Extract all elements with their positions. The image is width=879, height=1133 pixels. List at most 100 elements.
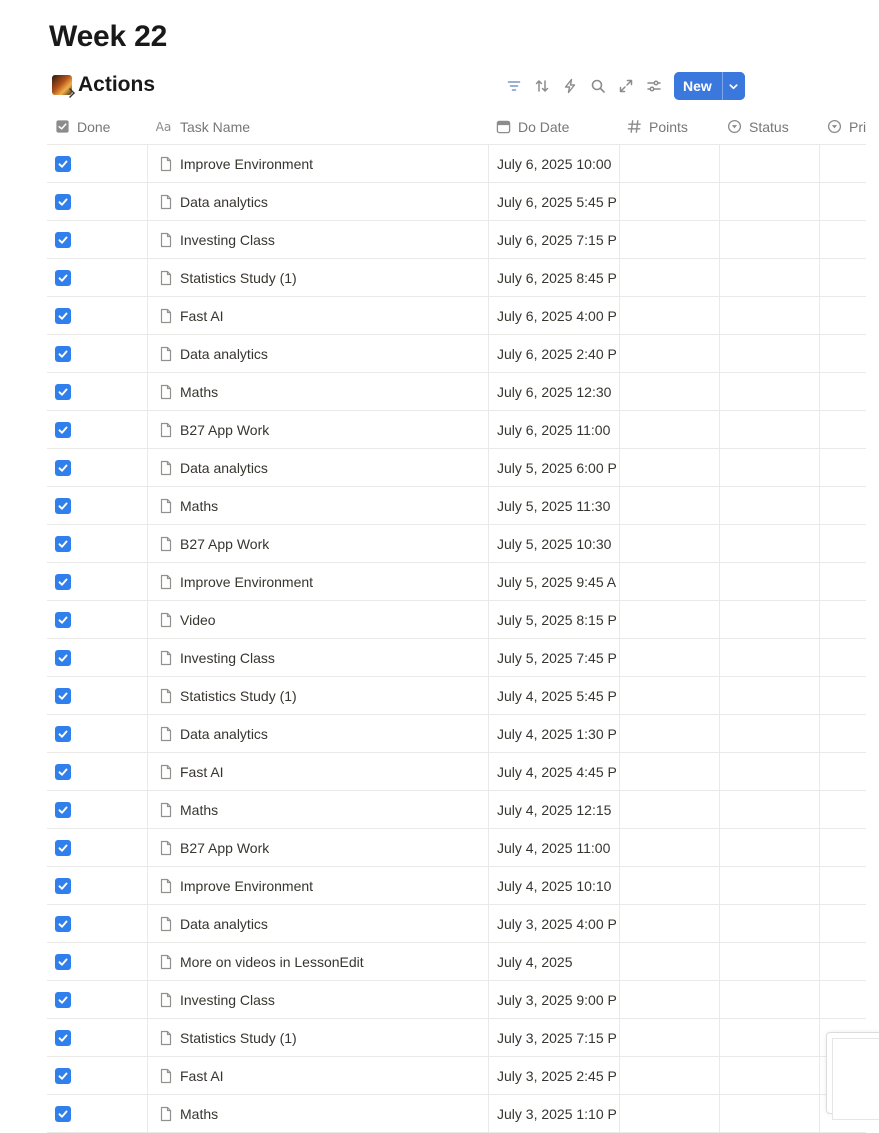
do-date-cell[interactable]: July 3, 2025 2:45 P	[488, 1057, 619, 1094]
table-row[interactable]: Statistics Study (1) July 6, 2025 8:45 P	[47, 259, 866, 297]
done-checkbox[interactable]	[55, 877, 71, 894]
task-name-cell[interactable]: Data analytics	[147, 905, 488, 942]
task-name[interactable]: Improve Environment	[180, 878, 313, 894]
table-row[interactable]: Investing Class July 6, 2025 7:15 P	[47, 221, 866, 259]
priority-cell[interactable]	[819, 487, 866, 524]
database-image-icon[interactable]	[52, 75, 72, 95]
status-cell[interactable]	[719, 1095, 819, 1132]
done-checkbox[interactable]	[55, 497, 71, 514]
task-name-cell[interactable]: Investing Class	[147, 639, 488, 676]
task-name-cell[interactable]: Fast AI	[147, 297, 488, 334]
priority-cell[interactable]	[819, 411, 866, 448]
priority-cell[interactable]	[819, 791, 866, 828]
do-date-cell[interactable]: July 4, 2025 11:00	[488, 829, 619, 866]
task-name-cell[interactable]: More on videos in LessonEdit	[147, 943, 488, 980]
status-cell[interactable]	[719, 259, 819, 296]
do-date-cell[interactable]: July 5, 2025 7:45 P	[488, 639, 619, 676]
new-dropdown-button[interactable]	[721, 72, 745, 100]
points-cell[interactable]	[619, 563, 719, 600]
status-cell[interactable]	[719, 1057, 819, 1094]
table-row[interactable]: Fast AI July 4, 2025 4:45 P	[47, 753, 866, 791]
status-cell[interactable]	[719, 677, 819, 714]
task-name[interactable]: B27 App Work	[180, 422, 269, 438]
do-date-cell[interactable]: July 4, 2025	[488, 943, 619, 980]
do-date-cell[interactable]: July 5, 2025 6:00 P	[488, 449, 619, 486]
task-name-cell[interactable]: Statistics Study (1)	[147, 259, 488, 296]
priority-cell[interactable]	[819, 183, 866, 220]
done-checkbox[interactable]	[55, 231, 71, 248]
new-button[interactable]: New	[674, 72, 722, 100]
points-cell[interactable]	[619, 487, 719, 524]
table-row[interactable]: Data analytics July 6, 2025 5:45 P	[47, 183, 866, 221]
do-date-cell[interactable]: July 6, 2025 10:00	[488, 145, 619, 182]
table-row[interactable]: Data analytics July 5, 2025 6:00 P	[47, 449, 866, 487]
do-date-cell[interactable]: July 6, 2025 7:15 P	[488, 221, 619, 258]
do-date-cell[interactable]: July 4, 2025 1:30 P	[488, 715, 619, 752]
done-checkbox[interactable]	[55, 535, 71, 552]
task-name[interactable]: Data analytics	[180, 194, 268, 210]
status-cell[interactable]	[719, 373, 819, 410]
task-name[interactable]: Maths	[180, 498, 218, 514]
done-checkbox[interactable]	[55, 193, 71, 210]
done-checkbox[interactable]	[55, 649, 71, 666]
points-cell[interactable]	[619, 145, 719, 182]
done-checkbox[interactable]	[55, 269, 71, 286]
do-date-cell[interactable]: July 3, 2025 4:00 P	[488, 905, 619, 942]
done-checkbox[interactable]	[55, 915, 71, 932]
do-date-cell[interactable]: July 3, 2025 9:00 P	[488, 981, 619, 1018]
task-name-cell[interactable]: Investing Class	[147, 221, 488, 258]
task-name[interactable]: Fast AI	[180, 308, 224, 324]
done-checkbox[interactable]	[55, 459, 71, 476]
done-checkbox[interactable]	[55, 155, 71, 172]
points-cell[interactable]	[619, 1095, 719, 1132]
column-header-do-date[interactable]: Do Date	[488, 109, 619, 144]
status-cell[interactable]	[719, 943, 819, 980]
priority-cell[interactable]	[819, 753, 866, 790]
priority-cell[interactable]	[819, 715, 866, 752]
do-date-cell[interactable]: July 6, 2025 8:45 P	[488, 259, 619, 296]
do-date-cell[interactable]: July 6, 2025 11:00	[488, 411, 619, 448]
status-cell[interactable]	[719, 905, 819, 942]
filter-icon[interactable]	[500, 72, 528, 100]
table-row[interactable]: B27 App Work July 4, 2025 11:00	[47, 829, 866, 867]
done-checkbox[interactable]	[55, 383, 71, 400]
do-date-cell[interactable]: July 6, 2025 5:45 P	[488, 183, 619, 220]
status-cell[interactable]	[719, 791, 819, 828]
table-row[interactable]: Investing Class July 3, 2025 9:00 P	[47, 981, 866, 1019]
status-cell[interactable]	[719, 981, 819, 1018]
task-name[interactable]: Maths	[180, 384, 218, 400]
task-name-cell[interactable]: B27 App Work	[147, 411, 488, 448]
column-header-done[interactable]: Done	[47, 109, 147, 144]
points-cell[interactable]	[619, 829, 719, 866]
status-cell[interactable]	[719, 449, 819, 486]
do-date-cell[interactable]: July 6, 2025 12:30	[488, 373, 619, 410]
status-cell[interactable]	[719, 601, 819, 638]
table-row[interactable]: Data analytics July 6, 2025 2:40 P	[47, 335, 866, 373]
task-name-cell[interactable]: Statistics Study (1)	[147, 1019, 488, 1056]
table-row[interactable]: Video July 5, 2025 8:15 P	[47, 601, 866, 639]
task-name[interactable]: Fast AI	[180, 1068, 224, 1084]
table-row[interactable]: Investing Class July 5, 2025 7:45 P	[47, 639, 866, 677]
column-header-task-name[interactable]: Aa Task Name	[147, 109, 488, 144]
task-name-cell[interactable]: Data analytics	[147, 183, 488, 220]
points-cell[interactable]	[619, 525, 719, 562]
status-cell[interactable]	[719, 525, 819, 562]
task-name-cell[interactable]: Maths	[147, 487, 488, 524]
task-name-cell[interactable]: Maths	[147, 1095, 488, 1132]
table-row[interactable]: Maths July 4, 2025 12:15	[47, 791, 866, 829]
priority-cell[interactable]	[819, 145, 866, 182]
task-name[interactable]: Data analytics	[180, 346, 268, 362]
points-cell[interactable]	[619, 297, 719, 334]
task-name[interactable]: Data analytics	[180, 916, 268, 932]
do-date-cell[interactable]: July 4, 2025 10:10	[488, 867, 619, 904]
done-checkbox[interactable]	[55, 839, 71, 856]
priority-cell[interactable]	[819, 563, 866, 600]
points-cell[interactable]	[619, 639, 719, 676]
do-date-cell[interactable]: July 5, 2025 8:15 P	[488, 601, 619, 638]
task-name-cell[interactable]: Maths	[147, 791, 488, 828]
table-row[interactable]: B27 App Work July 6, 2025 11:00	[47, 411, 866, 449]
do-date-cell[interactable]: July 4, 2025 4:45 P	[488, 753, 619, 790]
database-title[interactable]: Actions	[78, 73, 155, 97]
column-header-priority[interactable]: Pri	[819, 109, 866, 144]
status-cell[interactable]	[719, 829, 819, 866]
